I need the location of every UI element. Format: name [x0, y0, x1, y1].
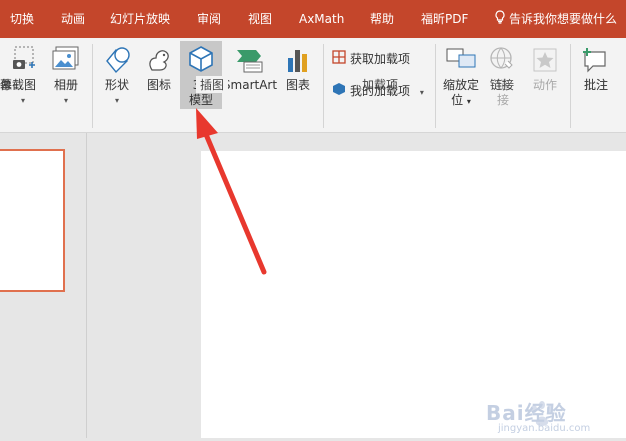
annotation-arrow — [196, 108, 267, 275]
watermark-brand: Bai经验 — [486, 401, 567, 425]
baidu-watermark: Bai经验 jingyan.baidu.com — [468, 387, 626, 438]
watermark-url: jingyan.baidu.com — [498, 423, 591, 434]
